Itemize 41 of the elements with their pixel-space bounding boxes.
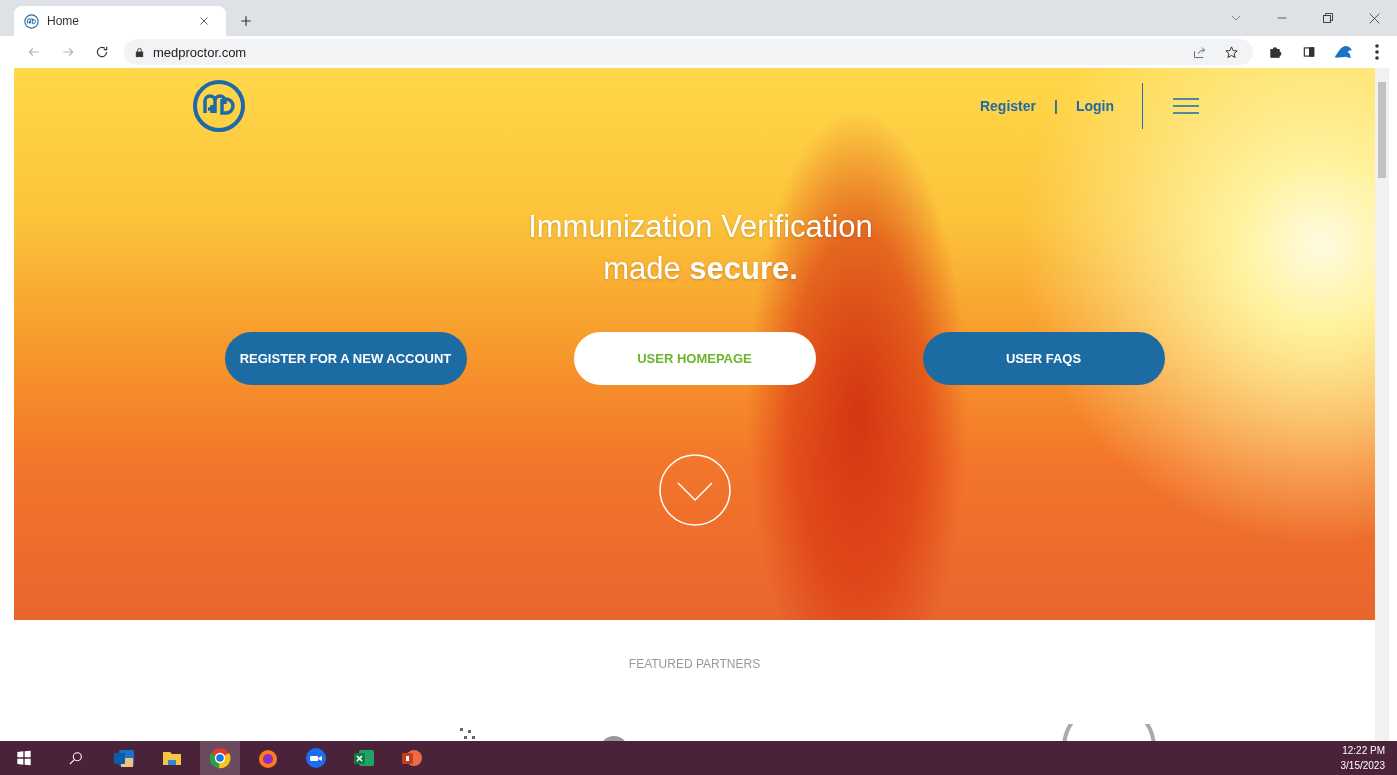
browser-icon xyxy=(209,747,231,769)
search-icon xyxy=(68,750,84,766)
reload-icon xyxy=(95,45,109,59)
back-arrow-icon xyxy=(27,45,41,59)
scrollbar-thumb[interactable] xyxy=(1378,82,1386,178)
slides-app-icon xyxy=(401,747,423,769)
menu-icon xyxy=(1172,96,1200,116)
login-link[interactable]: Login xyxy=(1075,98,1114,114)
hero-heading: Immunization Verification xyxy=(528,208,873,246)
puzzle-icon xyxy=(1268,45,1282,59)
close-icon xyxy=(198,15,210,27)
plus-icon xyxy=(239,14,253,28)
side-panel-icon xyxy=(1302,45,1316,59)
nav-separator: | xyxy=(1053,98,1058,114)
chevron-circle-icon xyxy=(657,453,732,527)
hero-heading: made secure. xyxy=(603,250,798,288)
logo-icon xyxy=(192,79,246,133)
star-icon xyxy=(1223,44,1239,60)
browser-tab[interactable]: Home xyxy=(14,6,226,36)
forward-arrow-icon xyxy=(61,45,75,59)
register-link[interactable]: Register xyxy=(979,98,1036,114)
taskbar-app[interactable] xyxy=(200,741,240,775)
logo-icon xyxy=(24,13,39,29)
clock-time: 12:22 PM xyxy=(1342,744,1385,758)
restore-icon xyxy=(1322,12,1334,24)
scroll-down-button[interactable] xyxy=(657,453,732,527)
address-bar[interactable]: medproctor.com xyxy=(124,39,1253,65)
spreadsheet-app-icon xyxy=(353,747,375,769)
clock-date: 3/15/2023 xyxy=(1340,759,1385,773)
hero-button[interactable]: REGISTER FOR A NEW ACCOUNT xyxy=(224,332,467,385)
mail-app-icon xyxy=(113,747,135,769)
windows-icon xyxy=(16,750,32,766)
url-text: medproctor.com xyxy=(153,44,248,60)
close-icon xyxy=(1367,11,1381,25)
video-app-icon xyxy=(305,747,327,769)
more-vertical-icon xyxy=(1375,44,1379,60)
section-title: FEATURED PARTNERS xyxy=(628,657,761,671)
hero-button[interactable]: USER FAQS xyxy=(922,332,1165,385)
share-icon xyxy=(1191,44,1207,60)
scrollbar[interactable] xyxy=(1375,68,1389,741)
lock-icon xyxy=(134,46,145,58)
